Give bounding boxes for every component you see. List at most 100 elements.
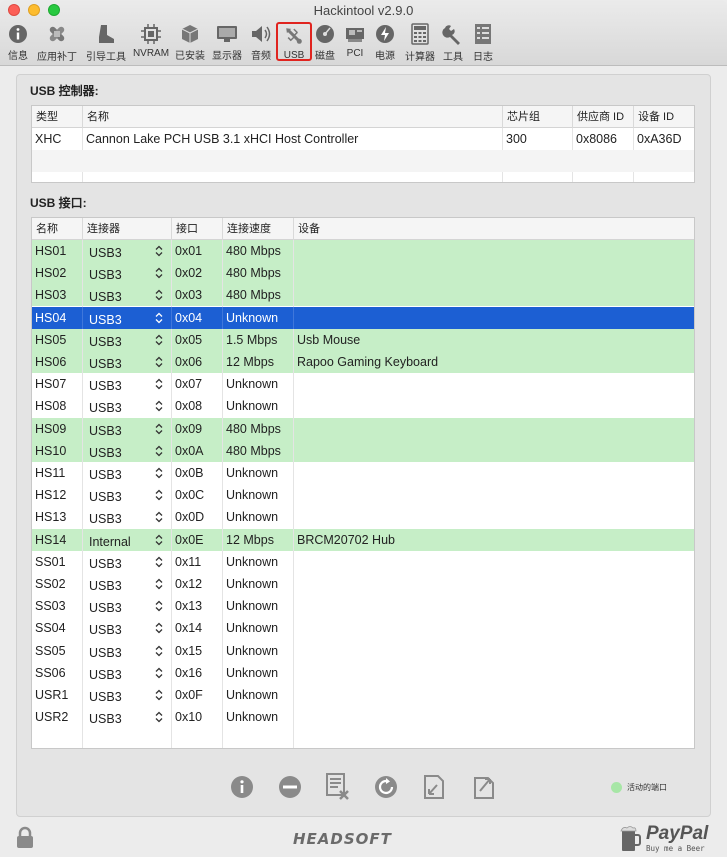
info-button[interactable] [229,773,255,801]
table-row[interactable]: USR2 USB3 0x10 Unknown [32,706,694,729]
port-connector-select[interactable]: USB3 [83,506,172,529]
column-header-port[interactable]: 接口 [172,218,223,240]
export-button[interactable] [471,773,497,801]
port-connector-select[interactable]: USB3 [83,240,172,262]
lock-button[interactable] [14,826,36,853]
toolbar-item-log[interactable]: 日志 [470,22,496,63]
port-connector-select[interactable]: USB3 [83,262,172,285]
chevron-updown-icon [155,600,163,612]
column-header-name[interactable]: 名称 [83,106,503,128]
column-header-connector[interactable]: 连接器 [83,218,172,240]
port-connector-select[interactable]: USB3 [83,617,172,640]
paypal-title: PayPal [646,823,709,844]
toolbar-item-calculator[interactable]: 计算器 [402,22,438,63]
table-row[interactable]: HS01 USB3 0x01 480 Mbps [32,240,694,262]
toolbar-item-disk[interactable]: 磁盘 [312,22,338,62]
port-connector-select-text: USB3 [89,290,122,305]
refresh-button[interactable] [373,773,399,801]
table-row[interactable]: SS03 USB3 0x13 Unknown [32,595,694,618]
port-address: 0x10 [172,706,223,729]
table-row[interactable]: HS11 USB3 0x0B Unknown [32,462,694,484]
port-connector-select[interactable]: USB3 [83,573,172,595]
port-connector-select[interactable]: Internal [83,528,172,551]
table-row[interactable]: HS08 USB3 0x08 Unknown [32,395,694,418]
chevron-updown-icon [155,378,163,390]
column-header-name[interactable]: 名称 [32,218,83,240]
toolbar-item-pci[interactable]: PCI [342,22,368,62]
clear-list-icon [326,773,349,800]
clear-button[interactable] [325,773,351,801]
disk-icon [314,23,336,44]
port-device [294,662,694,684]
import-button[interactable] [421,773,447,801]
port-connector-select[interactable]: USB3 [83,550,172,573]
table-row[interactable]: HS03 USB3 0x03 480 Mbps [32,284,694,307]
port-connector-select-text: USB3 [89,312,122,327]
controllers-table[interactable]: 类型 名称 芯片组 供应商 ID 设备 ID XHC Cannon Lake P… [31,105,695,183]
port-name: HS14 [32,528,83,551]
port-connector-select[interactable]: USB3 [83,306,172,329]
toolbar-item-installed[interactable]: 已安装 [174,22,206,62]
port-name: HS05 [32,328,83,351]
toolbar-item-nvram[interactable]: NVRAM [132,22,170,62]
toolbar-item-boot[interactable]: 引导工具 [84,22,128,63]
column-header-vendor-id[interactable]: 供应商 ID [573,106,634,128]
table-row[interactable]: HS12 USB3 0x0C Unknown [32,484,694,507]
port-connector-select[interactable]: USB3 [83,284,172,307]
table-row[interactable]: HS10 USB3 0x0A 480 Mbps [32,439,694,462]
port-connector-select[interactable]: USB3 [83,706,172,729]
log-icon [472,23,494,45]
table-row[interactable]: HS05 USB3 0x05 1.5 Mbps Usb Mouse [32,328,694,351]
controller-name: Cannon Lake PCH USB 3.1 xHCI Host Contro… [83,128,503,150]
toolbar-item-audio[interactable]: 音频 [248,22,274,62]
column-header-type[interactable]: 类型 [32,106,83,128]
port-connector-select[interactable]: USB3 [83,439,172,462]
table-row[interactable]: HS06 USB3 0x06 12 Mbps Rapoo Gaming Keyboard [32,351,694,373]
toolbar-item-power[interactable]: 电源 [372,22,398,62]
port-connector-select[interactable]: USB3 [83,595,172,618]
port-device [294,506,694,528]
table-row[interactable]: HS07 USB3 0x07 Unknown [32,373,694,396]
table-row[interactable]: SS06 USB3 0x16 Unknown [32,661,694,684]
table-row[interactable]: SS05 USB3 0x15 Unknown [32,639,694,662]
table-row[interactable]: HS02 USB3 0x02 480 Mbps [32,262,694,285]
table-row[interactable]: USR1 USB3 0x0F Unknown [32,684,694,706]
port-connector-select[interactable]: USB3 [83,351,172,373]
port-speed: Unknown [223,395,294,418]
port-connector-select[interactable]: USB3 [83,484,172,507]
column-header-chipset[interactable]: 芯片组 [503,106,573,128]
port-connector-select-text: USB3 [89,423,122,438]
toolbar-item-display[interactable]: 显示器 [210,22,244,62]
table-row[interactable]: HS14 Internal 0x0E 12 Mbps BRCM20702 Hub [32,528,694,551]
column-header-speed[interactable]: 连接速度 [223,218,294,240]
port-connector-select[interactable]: USB3 [83,684,172,706]
table-row[interactable]: HS13 USB3 0x0D Unknown [32,506,694,529]
port-connector-select[interactable]: USB3 [83,661,172,684]
port-connector-select[interactable]: USB3 [83,462,172,484]
port-name: SS05 [32,639,83,662]
box-icon [179,23,201,44]
table-row[interactable]: SS04 USB3 0x14 Unknown [32,617,694,640]
port-address-text: 0x06 [175,355,203,369]
port-connector-select[interactable]: USB3 [83,395,172,418]
table-row[interactable]: HS09 USB3 0x09 480 Mbps [32,417,694,440]
port-connector-select[interactable]: USB3 [83,328,172,351]
port-connector-select[interactable]: USB3 [83,639,172,662]
controller-row[interactable]: XHC Cannon Lake PCH USB 3.1 xHCI Host Co… [32,128,694,150]
toolbar-item-patch[interactable]: 应用补丁 [36,22,78,63]
ports-table[interactable]: 名称 连接器 接口 连接速度 设备 HS01 USB3 0x01 480 Mbps HS… [31,217,695,749]
column-header-device[interactable]: 设备 [294,218,694,240]
toolbar-item-info[interactable]: 信息 [4,22,32,62]
remove-button[interactable] [277,773,303,801]
paypal-donate-button[interactable]: PayPal Buy me a Beer [620,824,708,853]
column-header-device-id[interactable]: 设备 ID [634,106,694,128]
table-row[interactable]: SS01 USB3 0x11 Unknown [32,550,694,573]
toolbar-item-tools[interactable]: 工具 [440,22,466,63]
table-row[interactable]: SS02 USB3 0x12 Unknown [32,573,694,595]
app-window: Hackintool v2.9.0 信息 应用补丁 引导工具 NVRAM 已安装… [0,0,727,857]
toolbar-item-usb[interactable]: USB [276,22,312,61]
table-row[interactable]: HS04 USB3 0x04 Unknown [32,306,694,329]
port-connector-select[interactable]: USB3 [83,417,172,440]
bandage-icon [46,23,68,45]
port-connector-select[interactable]: USB3 [83,373,172,396]
